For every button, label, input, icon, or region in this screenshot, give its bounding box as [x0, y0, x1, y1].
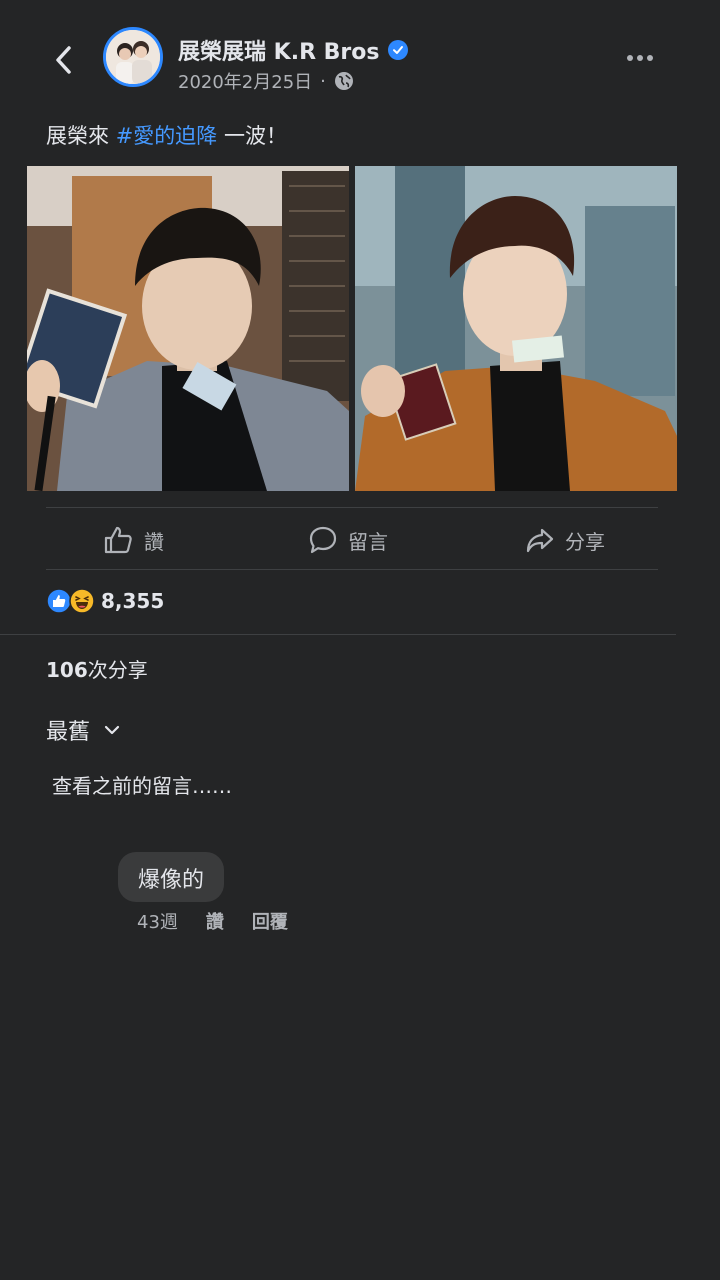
- reaction-count: 8,355: [101, 589, 165, 613]
- thumbs-up-icon: [104, 526, 132, 554]
- divider-top: [46, 507, 658, 508]
- share-label: 分享: [565, 529, 605, 554]
- more-horizontal-icon: [627, 55, 653, 61]
- comment-sort-dropdown[interactable]: 最舊: [46, 714, 120, 746]
- sort-label: 最舊: [46, 720, 91, 745]
- haha-reaction-icon: [69, 588, 95, 614]
- share-count-label: 次分享: [87, 658, 148, 682]
- divider-reactions: [0, 634, 676, 635]
- post-caption: 展榮來 #愛的迫降 一波！: [46, 120, 287, 150]
- comment-like-button[interactable]: 讚: [206, 908, 224, 934]
- caption-suffix: 一波！: [217, 124, 287, 148]
- page-name[interactable]: 展榮展瑞 K.R Bros: [178, 34, 380, 66]
- chevron-left-icon: [56, 46, 71, 74]
- divider-bottom: [46, 569, 658, 570]
- post-meta: 2020年2月25日 ·: [178, 68, 354, 94]
- verified-badge-icon: [387, 40, 408, 60]
- back-button[interactable]: [44, 40, 84, 80]
- caption-prefix: 展榮來: [46, 124, 116, 148]
- post-photo-left[interactable]: [27, 166, 349, 491]
- comment-reply-button[interactable]: 回覆: [252, 908, 288, 934]
- view-previous-comments[interactable]: 查看之前的留言……: [52, 770, 232, 799]
- meta-separator: ·: [320, 70, 326, 92]
- comment-icon: [309, 526, 337, 554]
- post-date[interactable]: 2020年2月25日: [178, 68, 312, 94]
- comment-meta: 43週 讚 回覆: [137, 908, 288, 934]
- reactions-summary[interactable]: 8,355: [46, 588, 164, 614]
- chevron-down-icon: [104, 725, 120, 735]
- share-count-number: 106: [46, 658, 88, 682]
- share-button[interactable]: 分享: [525, 518, 605, 562]
- more-options-button[interactable]: [620, 44, 660, 72]
- like-label: 讚: [144, 529, 164, 554]
- share-arrow-icon: [526, 528, 554, 553]
- page-avatar[interactable]: [103, 27, 163, 87]
- comment-text: 爆像的: [138, 868, 205, 893]
- share-count[interactable]: 106次分享: [46, 654, 148, 683]
- post-photo-right[interactable]: [355, 166, 677, 491]
- hashtag-link[interactable]: #愛的迫降: [116, 124, 218, 148]
- reaction-icons: [46, 588, 95, 614]
- like-button[interactable]: 讚: [102, 518, 164, 562]
- comment-bubble[interactable]: 爆像的: [118, 852, 225, 902]
- comment-label: 留言: [348, 529, 388, 554]
- comment-button[interactable]: 留言: [308, 518, 388, 562]
- globe-icon: [334, 72, 353, 90]
- comment-age: 43週: [137, 912, 178, 933]
- page-name-row[interactable]: 展榮展瑞 K.R Bros: [178, 34, 408, 66]
